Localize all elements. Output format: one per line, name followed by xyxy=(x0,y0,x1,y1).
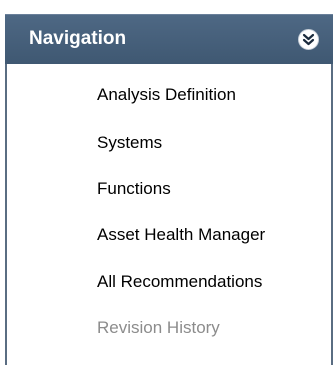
navigation-header: Navigation xyxy=(5,14,333,64)
double-chevron-down-icon xyxy=(302,33,315,46)
nav-item-revision-history: Revision History xyxy=(97,318,220,337)
navigation-panel: Navigation Analysis Definition Systems F… xyxy=(0,0,335,365)
collapse-button[interactable] xyxy=(298,29,319,50)
nav-item-analysis-definition[interactable]: Analysis Definition xyxy=(97,84,236,106)
navigation-title: Navigation xyxy=(29,28,127,49)
nav-item-functions[interactable]: Functions xyxy=(97,178,171,200)
nav-item-systems[interactable]: Systems xyxy=(97,132,162,154)
panel-left-border xyxy=(5,14,7,365)
nav-item-asset-health-manager[interactable]: Asset Health Manager xyxy=(97,224,265,246)
panel-right-border xyxy=(331,14,333,365)
nav-item-all-recommendations[interactable]: All Recommendations xyxy=(97,271,262,293)
